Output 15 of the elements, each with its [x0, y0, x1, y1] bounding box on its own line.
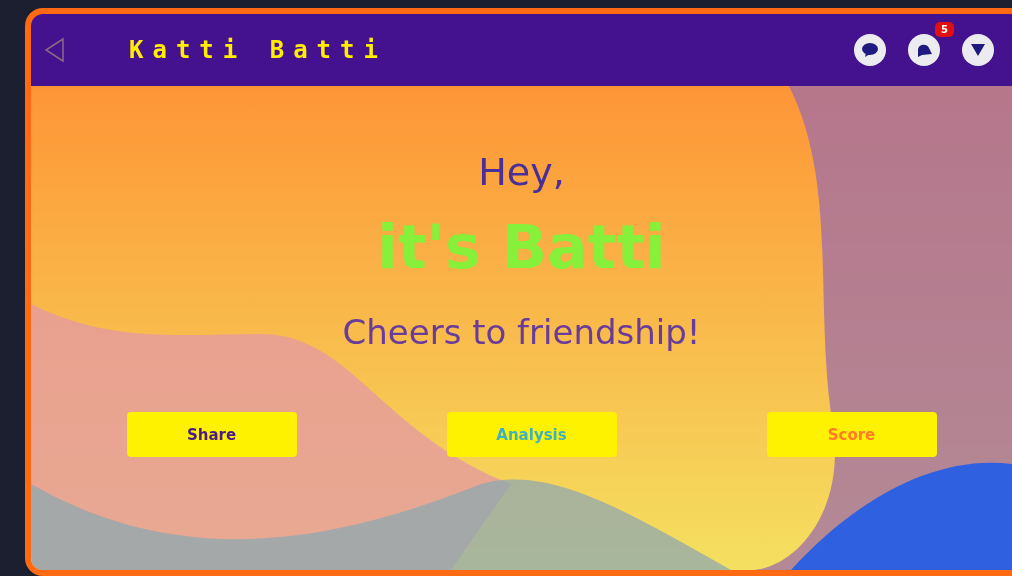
action-button[interactable]: Analysis [446, 412, 617, 457]
chat-icon [861, 42, 879, 58]
name-heading: it's Batti [377, 212, 666, 282]
caret-icon [971, 44, 985, 56]
bell-icon [915, 42, 933, 58]
back-icon[interactable] [43, 37, 65, 63]
notification-badge: 5 [935, 22, 954, 37]
tagline-text: Cheers to friendship! [342, 312, 701, 352]
greeting-text: Hey, [478, 150, 565, 194]
action-button[interactable]: Share [126, 412, 297, 457]
app-title: Katti Batti [129, 36, 387, 64]
chat-button[interactable] [854, 34, 886, 66]
action-button[interactable]: Score [766, 412, 937, 457]
notification-button[interactable] [908, 34, 940, 66]
dropdown-button[interactable] [962, 34, 994, 66]
